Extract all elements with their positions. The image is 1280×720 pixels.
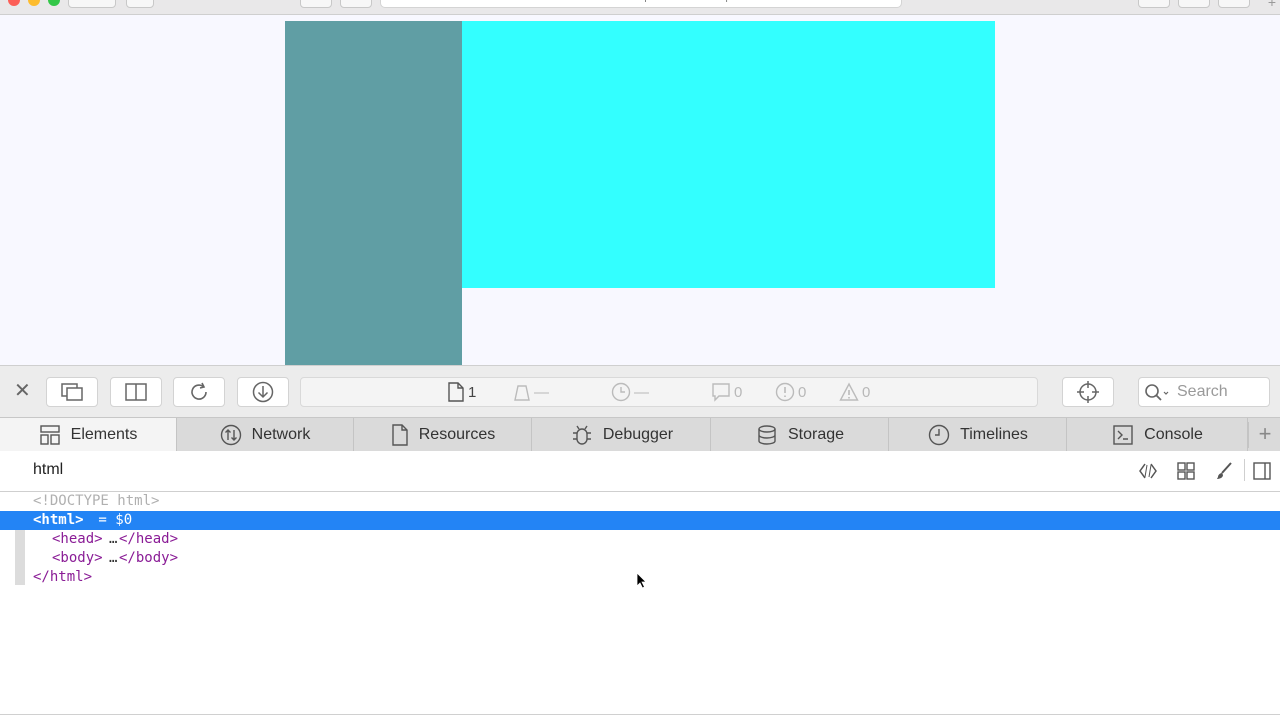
detach-inspector-button[interactable]	[46, 377, 98, 407]
download-icon	[252, 381, 274, 403]
share-button[interactable]	[300, 0, 332, 8]
doctype-text: <!DOCTYPE html>	[33, 493, 160, 509]
message-icon	[712, 383, 730, 402]
dom-tree: <!DOCTYPE html> <html> = $0 <head> … </h…	[0, 492, 1280, 714]
inspector-toolbar: ✕ 1 — — 0 0 0 Search	[0, 365, 1280, 418]
crosshair-icon	[1077, 381, 1099, 403]
logs-count-label: 0	[734, 383, 743, 401]
tab-network[interactable]: Network	[177, 418, 354, 451]
sidebar-toggle-icon[interactable]	[1252, 461, 1272, 481]
tab-console[interactable]: Console	[1068, 418, 1248, 451]
warning-icon	[839, 382, 859, 401]
storage-icon	[758, 424, 776, 445]
tab-label: Console	[1144, 425, 1203, 443]
sidebar-button[interactable]	[126, 0, 154, 8]
load-time[interactable]: —	[611, 382, 649, 402]
html-close-tag: </html>	[33, 569, 93, 585]
page-viewport	[0, 15, 1280, 365]
paintbrush-icon[interactable]	[1214, 461, 1234, 481]
breadcrumb: html	[0, 451, 1280, 492]
tab-label: Storage	[787, 425, 845, 443]
divider	[1244, 459, 1245, 481]
error-icon	[775, 382, 795, 402]
weight-icon	[514, 385, 530, 401]
dock-side-icon	[125, 383, 147, 401]
back-forward-buttons[interactable]	[68, 0, 116, 8]
load-time-label: —	[634, 383, 649, 401]
dom-node-body[interactable]: <body> … </body>	[0, 549, 1280, 568]
new-tab-toolbar-button[interactable]	[1218, 0, 1250, 8]
resources-icon	[392, 423, 408, 446]
tab-label: Elements	[70, 425, 138, 443]
head-close-tag: </head>	[119, 531, 179, 547]
divider	[0, 714, 1280, 715]
head-ellipsis[interactable]: …	[109, 530, 117, 549]
reload-icon	[191, 382, 207, 400]
zoom-window-button[interactable]	[48, 0, 60, 6]
search-field[interactable]: Search	[1138, 377, 1270, 407]
tab-storage[interactable]: Storage	[712, 418, 889, 451]
tab-debugger[interactable]: Debugger	[534, 418, 711, 451]
download-archive-button[interactable]	[237, 377, 289, 407]
tab-label: Resources	[418, 425, 496, 443]
activity-viewer: 1 — — 0 0 0	[300, 377, 1038, 407]
mouse-cursor-icon	[636, 572, 647, 589]
inspect-element-button[interactable]	[1062, 377, 1114, 407]
search-placeholder: Search	[1177, 383, 1228, 400]
load-size-label: —	[534, 383, 549, 401]
close-inspector-icon[interactable]: ✕	[14, 380, 31, 402]
grid-layout-icon[interactable]	[1176, 461, 1196, 481]
elements-icon	[39, 424, 60, 445]
clock-icon	[611, 382, 631, 402]
tab-overview-button[interactable]	[1178, 0, 1210, 8]
extension-button[interactable]	[340, 0, 372, 8]
body-ellipsis[interactable]: …	[109, 549, 117, 568]
load-size[interactable]: —	[513, 382, 549, 402]
tab-label: Timelines	[960, 425, 1028, 443]
dom-node-html-selected[interactable]: <html> = $0	[0, 511, 1280, 530]
errors-count[interactable]: 0	[775, 382, 806, 402]
minimize-window-button[interactable]	[28, 0, 40, 6]
add-tab-icon[interactable]: +	[1248, 422, 1280, 448]
search-icon	[1145, 384, 1169, 401]
tab-label: Network	[251, 425, 311, 443]
inspector-tab-bar: Elements Network Resources Debugger Stor…	[0, 417, 1280, 452]
tab-elements[interactable]: Elements	[0, 418, 177, 451]
body-open-tag: <body>	[52, 550, 103, 566]
float-box-left	[285, 21, 462, 365]
downloads-button[interactable]	[1138, 0, 1170, 8]
detach-window-icon	[61, 383, 83, 401]
tab-resources[interactable]: Resources	[355, 418, 532, 451]
network-icon	[220, 424, 241, 445]
browser-titlebar: file:///Users/mitchellhudson/Desktop/HTM…	[0, 0, 1280, 15]
timelines-icon	[928, 424, 950, 445]
reload-button[interactable]	[173, 377, 225, 407]
errors-count-label: 0	[798, 383, 807, 401]
head-open-tag: <head>	[52, 531, 103, 547]
debugger-icon	[572, 425, 591, 445]
tab-timelines[interactable]: Timelines	[890, 418, 1067, 451]
address-bar[interactable]: file:///Users/mitchellhudson/Desktop/HTM…	[380, 0, 902, 8]
dom-node-head[interactable]: <head> … </head>	[0, 530, 1280, 549]
float-box-right	[462, 21, 995, 288]
dock-side-button[interactable]	[110, 377, 162, 407]
code-brackets-icon[interactable]	[1138, 461, 1158, 481]
resource-count[interactable]: 1	[447, 382, 476, 402]
close-window-button[interactable]	[8, 0, 20, 6]
warnings-count[interactable]: 0	[839, 382, 870, 402]
console-icon	[1113, 424, 1133, 445]
html-tag: <html>	[33, 512, 84, 528]
resource-count-label: 1	[468, 383, 477, 401]
logs-count[interactable]: 0	[711, 382, 742, 402]
warnings-count-label: 0	[862, 383, 871, 401]
breadcrumb-html[interactable]: html	[33, 461, 63, 479]
new-tab-plus-icon[interactable]: +	[1268, 0, 1276, 10]
document-icon	[448, 382, 464, 402]
dom-node-doctype[interactable]: <!DOCTYPE html>	[0, 492, 1280, 511]
tab-label: Debugger	[602, 425, 674, 443]
body-close-tag: </body>	[119, 550, 179, 566]
selected-node-variable: = $0	[90, 512, 133, 528]
